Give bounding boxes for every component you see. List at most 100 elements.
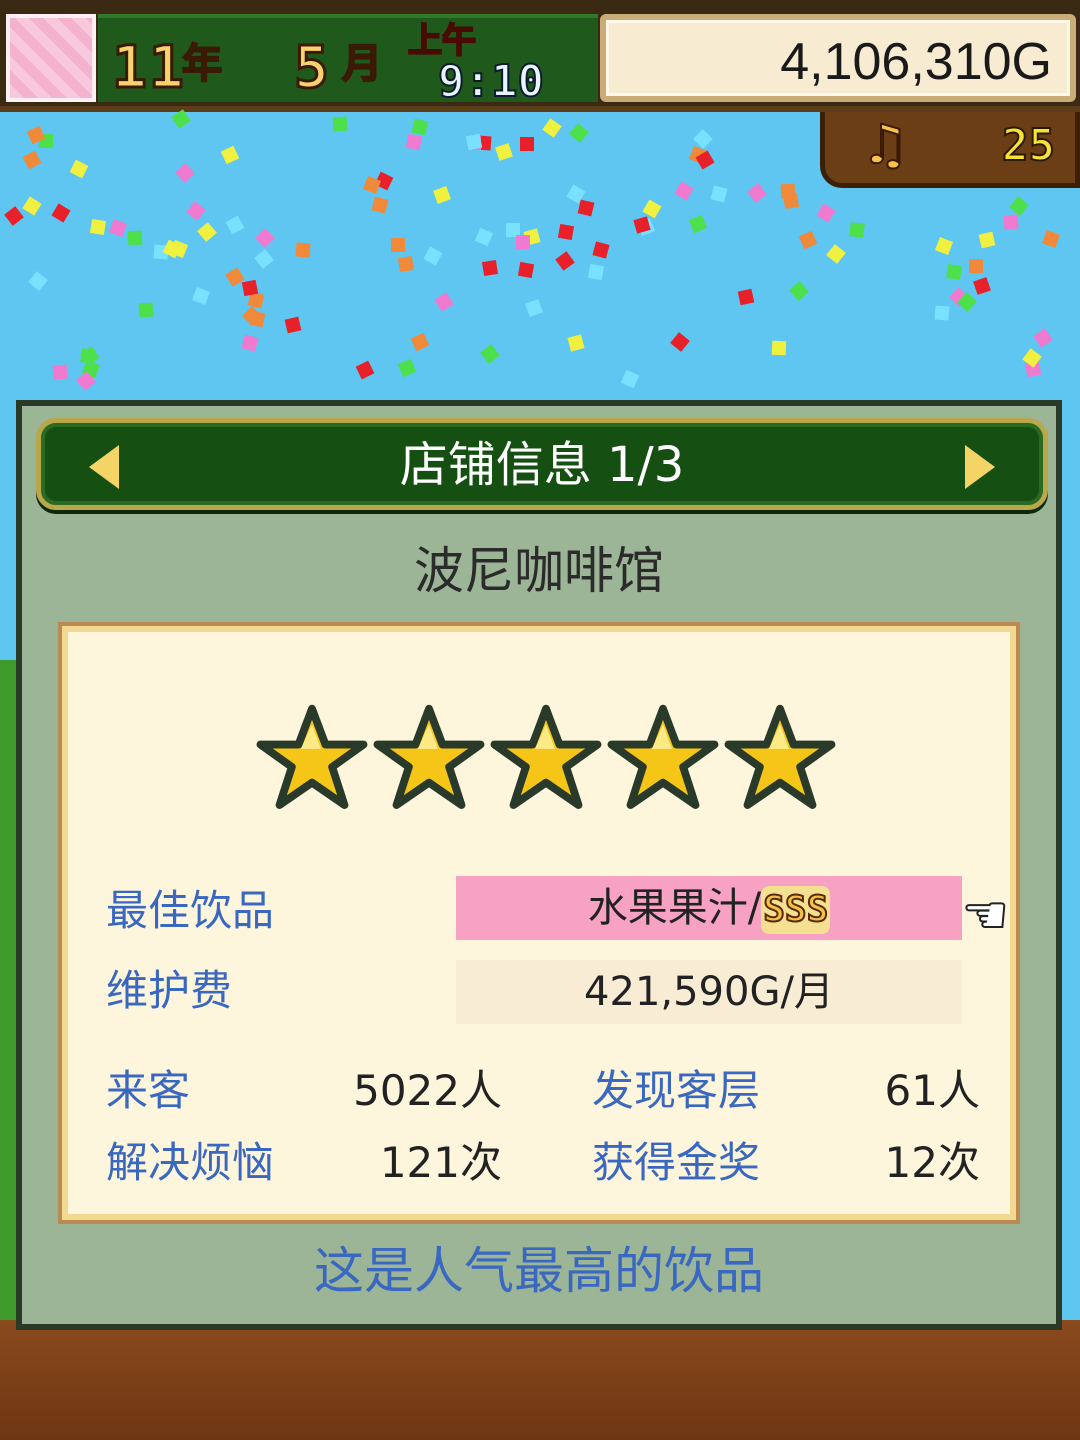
confetti-piece (186, 201, 206, 221)
confetti-piece (80, 348, 96, 364)
pointing-hand-icon: ☚ (961, 886, 1010, 946)
best-drink-value[interactable]: 水果果汁/SSS (456, 876, 962, 940)
star-icon (256, 702, 368, 814)
confetti-piece (978, 231, 996, 249)
money-panel: 4,106,310G (600, 14, 1076, 102)
confetti-piece (127, 230, 143, 246)
confetti-piece (934, 236, 954, 256)
am-pm-label: 上午 (407, 21, 477, 61)
confetti-piece (371, 196, 389, 214)
confetti-piece (410, 332, 430, 352)
year-unit: 年 (181, 41, 223, 87)
confetti-piece (332, 116, 348, 132)
gold-awards-value: 12次 (884, 1138, 980, 1187)
confetti-piece (69, 159, 89, 179)
confetti-piece (423, 246, 443, 266)
best-drink-label: 最佳饮品 (106, 886, 275, 935)
maintenance-label: 维护费 (106, 966, 233, 1015)
hint-text: 这是人气最高的饮品 (314, 1242, 764, 1300)
confetti-piece (355, 360, 375, 380)
confetti-piece (89, 218, 107, 236)
confetti-piece (710, 185, 728, 203)
confetti-piece (587, 263, 605, 281)
month-unit: 月 (341, 41, 383, 87)
shop-info-card: 最佳饮品 水果果汁/SSS ☚ 维护费 421,590G/月 来客 5022人 … (58, 622, 1020, 1224)
confetti-piece (782, 192, 800, 210)
confetti-piece (397, 255, 415, 273)
confetti-piece (517, 261, 535, 279)
confetti-piece (434, 292, 454, 312)
confetti-piece (557, 223, 575, 241)
month-number: 5 (293, 33, 331, 101)
season-icon (6, 14, 96, 102)
confetti-piece (1042, 230, 1060, 248)
confetti-piece (28, 271, 48, 291)
confetti-piece (516, 235, 530, 249)
confetti-piece (390, 237, 406, 253)
maintenance-value: 421,590G/月 (456, 960, 962, 1024)
confetti-piece (22, 196, 42, 216)
best-drink-name: 水果果汁/ (587, 885, 762, 931)
confetti-piece (22, 150, 42, 170)
confetti-piece (481, 259, 499, 277)
confetti-piece (849, 222, 865, 238)
star-icon (490, 702, 602, 814)
confetti-piece (1033, 328, 1053, 348)
confetti-piece (620, 369, 640, 389)
confetti-piece (520, 137, 534, 151)
confetti-piece (109, 219, 127, 237)
top-hud: 11 年 5 月 上午 9:10 4,106,310G (0, 0, 1080, 112)
money-value: 4,106,310G (780, 33, 1052, 91)
found-segments-label: 发现客层 (592, 1066, 761, 1115)
confetti-piece (397, 358, 417, 378)
confetti-sky (0, 109, 1080, 402)
confetti-piece (411, 118, 429, 136)
confetti-piece (771, 340, 787, 356)
confetti-piece (674, 181, 694, 201)
confetti-piece (555, 251, 575, 271)
shop-info-dialog: 店铺信息 1/3 波尼咖啡馆 最佳饮品 水果果汁/SSS ☚ 维护费 421,5… (16, 400, 1062, 1330)
year-number: 11 (111, 33, 186, 101)
confetti-piece (592, 241, 610, 259)
star-icon (373, 702, 485, 814)
confetti-piece (968, 258, 984, 274)
confetti-piece (474, 227, 494, 247)
confetti-piece (826, 244, 846, 264)
confetti-piece (1003, 214, 1019, 230)
dialog-title: 店铺信息 1/3 (399, 437, 685, 493)
visitors-label: 来客 (106, 1066, 191, 1115)
game-clock: 9:10 (437, 56, 545, 107)
confetti-piece (737, 288, 755, 306)
confetti-piece (138, 302, 154, 318)
confetti-piece (798, 230, 818, 250)
confetti-piece (567, 334, 585, 352)
confetti-piece (934, 305, 950, 321)
confetti-piece (255, 228, 275, 248)
confetti-piece (197, 222, 217, 242)
solved-troubles-label: 解决烦恼 (106, 1138, 275, 1187)
confetti-piece (433, 186, 451, 204)
confetti-piece (670, 332, 690, 352)
confetti-piece (241, 334, 259, 352)
visitors-value: 5022人 (353, 1066, 502, 1115)
confetti-piece (577, 199, 595, 217)
star-icon (724, 702, 836, 814)
confetti-piece (295, 242, 311, 258)
confetti-piece (225, 215, 245, 235)
star-icon (607, 702, 719, 814)
confetti-piece (241, 279, 259, 297)
grade-badge: SSS (761, 886, 831, 934)
next-page-arrow-icon[interactable] (965, 445, 995, 489)
confetti-piece (495, 143, 513, 161)
solved-troubles-value: 121次 (379, 1138, 502, 1187)
date-panel: 11 年 5 月 上午 9:10 (98, 14, 598, 107)
confetti-piece (52, 364, 68, 380)
confetti-piece (973, 277, 991, 295)
confetti-piece (175, 163, 195, 183)
confetti-piece (569, 123, 589, 143)
confetti-piece (405, 133, 423, 151)
gold-awards-label: 获得金奖 (592, 1138, 761, 1187)
confetti-piece (480, 344, 500, 364)
confetti-piece (51, 203, 71, 223)
confetti-piece (192, 287, 210, 305)
